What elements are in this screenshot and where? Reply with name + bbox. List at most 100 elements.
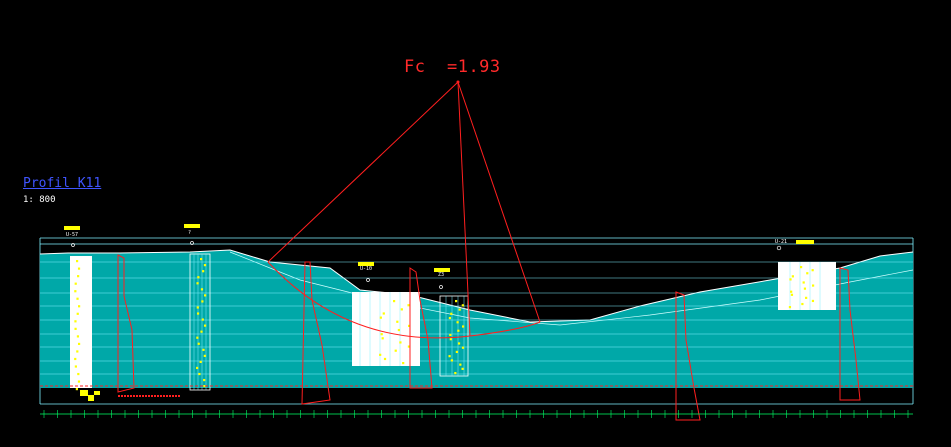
measurement-point (77, 372, 80, 376)
measurement-point (791, 275, 794, 278)
measurement-point (790, 293, 794, 296)
measurement-point (203, 264, 207, 267)
slip-circle-center (456, 80, 460, 84)
measurement-point (811, 269, 814, 272)
drawing-title: Profil K11 (23, 176, 102, 191)
measurement-point (382, 312, 385, 315)
measurement-point (76, 297, 79, 300)
measurement-point (203, 354, 206, 357)
measurement-point (383, 357, 387, 361)
measurement-point (197, 342, 200, 345)
borehole-column-u57 (70, 256, 92, 388)
measurement-point (74, 290, 77, 293)
measurement-point (380, 333, 383, 336)
measurement-point (196, 336, 199, 339)
measurement-point (200, 330, 203, 333)
header-bar-u21 (796, 240, 814, 244)
measurement-point (450, 359, 453, 362)
measurement-point (77, 342, 81, 346)
measurement-point (75, 388, 78, 391)
measurement-point (450, 312, 453, 315)
measurement-point (74, 357, 77, 361)
measurement-point (379, 316, 382, 319)
measurement-point (803, 287, 807, 290)
measurement-point (202, 270, 205, 273)
header-bar-u57 (64, 226, 80, 230)
measurement-point (76, 260, 79, 263)
measurement-point (461, 304, 464, 307)
measurement-point (379, 353, 382, 356)
measurement-point (201, 300, 204, 303)
measurement-point (198, 372, 201, 376)
measurement-point (449, 338, 452, 341)
measurement-point (456, 321, 459, 324)
measurement-point (202, 348, 205, 351)
measurement-point (397, 328, 400, 332)
measurement-point (196, 282, 199, 285)
measurement-point (457, 342, 461, 345)
measurement-point (789, 278, 792, 281)
measurement-point (402, 362, 405, 365)
measurement-point (203, 294, 207, 297)
measurement-point (806, 272, 809, 275)
measurement-point (76, 350, 79, 353)
measurement-point (454, 372, 457, 375)
borehole-label-z3: Z3 (438, 272, 444, 278)
measurement-point (77, 267, 81, 270)
measurement-point (788, 306, 792, 309)
measurement-point (74, 282, 77, 285)
measurement-point (77, 305, 81, 308)
borehole-label-u57: U-57 (66, 232, 78, 238)
measurement-point (199, 360, 202, 364)
measurement-point (201, 318, 204, 321)
header-bar-2 (184, 224, 200, 228)
measurement-point (74, 320, 77, 323)
measurement-point (805, 296, 808, 299)
measurement-point (396, 320, 399, 323)
measurement-point (381, 337, 384, 340)
measurement-point (790, 290, 793, 293)
borehole-label-2: ? (188, 230, 191, 236)
measurement-point (800, 266, 803, 269)
borehole-label-u10: U-10 (360, 266, 372, 272)
measurement-point (200, 288, 204, 291)
borehole-label-u21: U-21 (775, 239, 787, 245)
safety-factor-label: Fc =1.93 (404, 57, 501, 77)
measurement-point (394, 349, 397, 352)
drawing-scale: 1: 800 (23, 195, 56, 205)
measurement-point (448, 355, 451, 358)
measurement-point (196, 312, 200, 315)
measurement-point (461, 346, 465, 349)
measurement-point (399, 341, 402, 344)
measurement-point (455, 350, 458, 354)
measurement-point (458, 308, 461, 311)
measurement-point (76, 335, 80, 338)
measurement-point (203, 378, 206, 382)
measurement-point (76, 312, 79, 315)
measurement-point (449, 333, 452, 337)
measurement-point (457, 329, 460, 332)
measurement-point (461, 367, 464, 370)
bottom-markers (80, 390, 100, 401)
measurement-point (802, 281, 805, 284)
measurement-point (203, 324, 207, 327)
measurement-point (393, 300, 396, 303)
measurement-point (801, 302, 804, 306)
measurement-point (77, 380, 81, 383)
measurement-point (197, 276, 200, 279)
measurement-point (407, 304, 410, 307)
measurement-point (74, 365, 77, 368)
measurement-point (400, 308, 403, 311)
measurement-point (448, 316, 452, 320)
safety-factor-name: Fc (404, 57, 426, 77)
measurement-point (77, 275, 80, 278)
measurement-point (74, 327, 77, 330)
safety-factor-value: =1.93 (446, 57, 501, 77)
measurement-point (196, 306, 199, 309)
measurement-point (811, 284, 815, 287)
measurement-point (200, 258, 203, 261)
measurement-point (811, 299, 815, 303)
measurement-point (459, 363, 462, 366)
measurement-point (196, 366, 199, 370)
measurement-point (461, 325, 465, 328)
